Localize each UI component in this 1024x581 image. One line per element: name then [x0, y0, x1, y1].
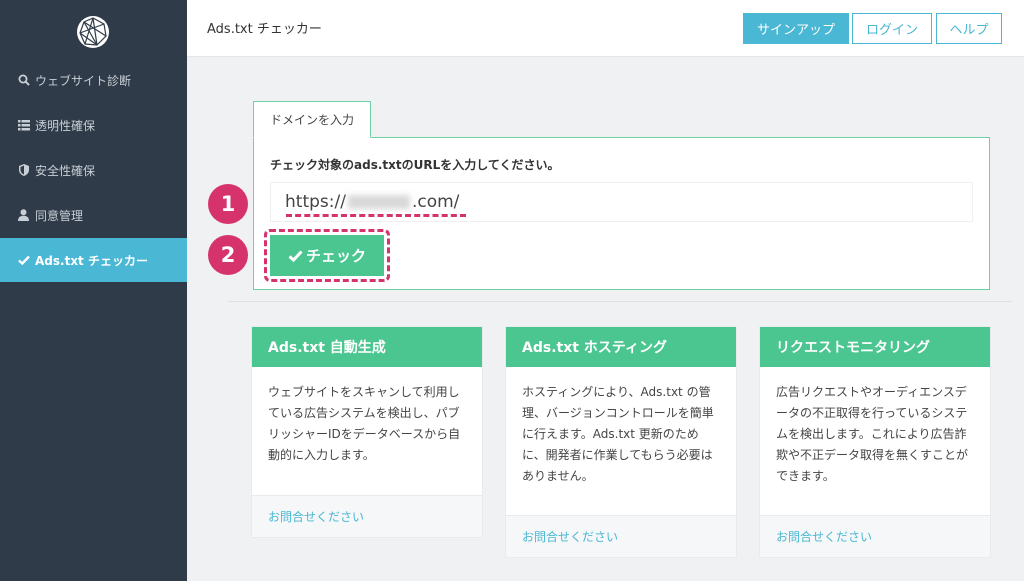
card-description: ホスティングにより、Ads.txt の管理、バージョンコントロールを簡単に行えま… [522, 385, 714, 483]
card-title: リクエストモニタリング [760, 327, 990, 367]
sidebar-item-label: 透明性確保 [35, 118, 96, 133]
card-request-monitoring: リクエストモニタリング 広告リクエストやオーディエンスデータの不正取得を行ってい… [760, 327, 990, 557]
url-field-label: チェック対象のads.txtのURLを入力してください。 [270, 158, 560, 172]
card-description: ウェブサイトをスキャンして利用している広告システムを検出し、パブリッシャーIDを… [268, 385, 461, 462]
contact-link[interactable]: お問合せください [760, 515, 990, 557]
sidebar: ウェブサイト診断 透明性確保 安全性確保 同意管理 Ads.txt チェッカー [0, 0, 187, 581]
sidebar-item-transparency[interactable]: 透明性確保 [0, 103, 187, 147]
sidebar-item-label: ウェブサイト診断 [35, 73, 132, 88]
sidebar-item-label: 安全性確保 [35, 163, 96, 178]
section-divider [228, 301, 1012, 302]
sidebar-item-ads-txt-checker[interactable]: Ads.txt チェッカー [0, 238, 187, 282]
user-icon [17, 209, 30, 222]
list-icon [17, 119, 30, 132]
card-hosting: Ads.txt ホスティング ホスティングにより、Ads.txt の管理、バージ… [506, 327, 736, 557]
sidebar-item-website-diagnosis[interactable]: ウェブサイト診断 [0, 58, 187, 102]
sidebar-item-safety[interactable]: 安全性確保 [0, 148, 187, 192]
card-title: Ads.txt 自動生成 [252, 327, 482, 367]
page-title: Ads.txt チェッカー [207, 22, 322, 37]
card-title: Ads.txt ホスティング [506, 327, 736, 367]
tab-enter-domain[interactable]: ドメインを入力 [253, 101, 371, 138]
sidebar-item-label: 同意管理 [35, 208, 84, 223]
check-button-label: チェック [305, 247, 366, 265]
sidebar-item-consent[interactable]: 同意管理 [0, 193, 187, 237]
annotation-badge-1: 1 [208, 184, 248, 224]
logo-icon[interactable] [75, 14, 111, 50]
help-button[interactable]: ヘルプ [936, 13, 1002, 44]
domain-input-panel: チェック対象のads.txtのURLを入力してください。 https:// .c… [253, 137, 990, 290]
url-suffix-text: .com/ [411, 192, 460, 212]
blurred-domain [347, 195, 410, 209]
contact-link[interactable]: お問合せください [506, 515, 736, 557]
url-prefix-text: https:// [285, 192, 346, 212]
search-icon [17, 74, 30, 87]
check-button[interactable]: チェック [270, 235, 384, 276]
top-header: Ads.txt チェッカー サインアップ ログイン ヘルプ [187, 0, 1024, 57]
shield-icon [17, 164, 30, 177]
annotation-badge-2: 2 [208, 235, 248, 275]
card-auto-generate: Ads.txt 自動生成 ウェブサイトをスキャンして利用している広告システムを検… [252, 327, 482, 537]
check-icon [288, 249, 303, 262]
contact-link[interactable]: お問合せください [252, 495, 482, 537]
url-highlight-underline [286, 214, 466, 217]
login-button[interactable]: ログイン [852, 13, 932, 44]
signup-button[interactable]: サインアップ [743, 13, 849, 44]
sidebar-item-label: Ads.txt チェッカー [35, 253, 148, 268]
check-icon [17, 254, 30, 267]
card-description: 広告リクエストやオーディエンスデータの不正取得を行っているシステムを検出します。… [776, 385, 969, 483]
